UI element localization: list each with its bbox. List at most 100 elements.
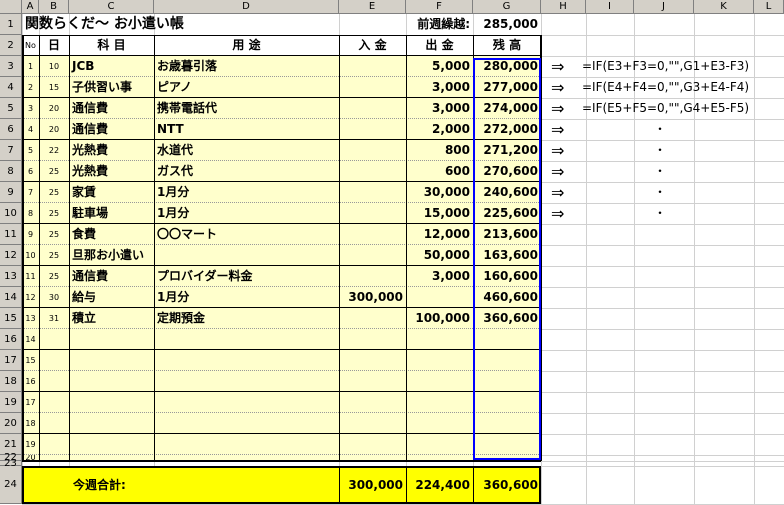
- cell-expense[interactable]: [406, 287, 473, 308]
- cell-income[interactable]: [339, 161, 406, 182]
- cell-item[interactable]: 家賃: [69, 182, 154, 203]
- cell-day[interactable]: 30: [39, 287, 69, 308]
- cell-expense[interactable]: [406, 434, 473, 455]
- cell-day[interactable]: 31: [39, 308, 69, 329]
- cell-item[interactable]: [69, 413, 154, 434]
- column-header-D[interactable]: D: [154, 0, 339, 14]
- cell-expense[interactable]: 3,000: [406, 266, 473, 287]
- cell-no[interactable]: 10: [22, 245, 39, 266]
- cell-expense[interactable]: [406, 455, 473, 461]
- cell-purpose[interactable]: [154, 329, 339, 350]
- cell-item[interactable]: [69, 371, 154, 392]
- header-income[interactable]: 入 金: [339, 35, 406, 56]
- header-expense[interactable]: 出 金: [406, 35, 473, 56]
- cell-purpose[interactable]: NTT: [154, 119, 339, 140]
- cell-purpose[interactable]: 水道代: [154, 140, 339, 161]
- cell-item[interactable]: 通信費: [69, 98, 154, 119]
- total-label[interactable]: 今週合計:: [70, 466, 220, 504]
- cell-expense[interactable]: 3,000: [406, 98, 473, 119]
- cell-item[interactable]: [69, 350, 154, 371]
- cell-day[interactable]: 15: [39, 77, 69, 98]
- cell-income[interactable]: [339, 266, 406, 287]
- cell-day[interactable]: 20: [39, 98, 69, 119]
- cell-expense[interactable]: [406, 371, 473, 392]
- row-header-20[interactable]: 20: [0, 413, 22, 434]
- cell-expense[interactable]: 100,000: [406, 308, 473, 329]
- cell-purpose[interactable]: [154, 434, 339, 455]
- cell-purpose[interactable]: ガス代: [154, 161, 339, 182]
- cell-income[interactable]: [339, 182, 406, 203]
- column-header-B[interactable]: B: [39, 0, 69, 14]
- cell-no[interactable]: 15: [22, 350, 39, 371]
- row-header-10[interactable]: 10: [0, 203, 22, 224]
- cell-no[interactable]: 18: [22, 413, 39, 434]
- column-header-C[interactable]: C: [69, 0, 154, 14]
- row-header-18[interactable]: 18: [0, 371, 22, 392]
- cell-item[interactable]: 旦那お小遣い: [69, 245, 154, 266]
- header-purpose[interactable]: 用 途: [154, 35, 339, 56]
- cell-day[interactable]: 10: [39, 56, 69, 77]
- header-no[interactable]: No: [22, 35, 39, 56]
- cell-no[interactable]: 4: [22, 119, 39, 140]
- column-header-J[interactable]: J: [634, 0, 694, 14]
- cell-no[interactable]: 20: [22, 455, 39, 461]
- cell-income[interactable]: [339, 329, 406, 350]
- cell-purpose[interactable]: 〇〇マート: [154, 224, 339, 245]
- cell-purpose[interactable]: 1月分: [154, 182, 339, 203]
- cell-no[interactable]: 8: [22, 203, 39, 224]
- cell-item[interactable]: 光熱費: [69, 161, 154, 182]
- cell-purpose[interactable]: 定期預金: [154, 308, 339, 329]
- select-all-corner[interactable]: [0, 0, 22, 14]
- cell-income[interactable]: [339, 140, 406, 161]
- row-header-9[interactable]: 9: [0, 182, 22, 203]
- cell-expense[interactable]: 2,000: [406, 119, 473, 140]
- cell-income[interactable]: [339, 371, 406, 392]
- total-balance[interactable]: 360,600: [473, 466, 541, 504]
- cell-day[interactable]: 25: [39, 245, 69, 266]
- cell-item[interactable]: 積立: [69, 308, 154, 329]
- cell-income[interactable]: [339, 98, 406, 119]
- cell-expense[interactable]: 800: [406, 140, 473, 161]
- row-header-13[interactable]: 13: [0, 266, 22, 287]
- cell-expense[interactable]: 5,000: [406, 56, 473, 77]
- cell-income[interactable]: [339, 413, 406, 434]
- cell-purpose[interactable]: プロバイダー料金: [154, 266, 339, 287]
- cell-no[interactable]: 13: [22, 308, 39, 329]
- row-header-7[interactable]: 7: [0, 140, 22, 161]
- row-header-12[interactable]: 12: [0, 245, 22, 266]
- cell-income[interactable]: [339, 455, 406, 461]
- carry-value[interactable]: 285,000: [473, 14, 541, 35]
- cell-no[interactable]: 12: [22, 287, 39, 308]
- cell-expense[interactable]: [406, 392, 473, 413]
- cell-income[interactable]: [339, 350, 406, 371]
- cell-expense[interactable]: [406, 329, 473, 350]
- cell-no[interactable]: 11: [22, 266, 39, 287]
- cell-item[interactable]: [69, 434, 154, 455]
- cell-income[interactable]: 300,000: [339, 287, 406, 308]
- row-header-3[interactable]: 3: [0, 56, 22, 77]
- row-header-6[interactable]: 6: [0, 119, 22, 140]
- row-header-24[interactable]: 24: [0, 466, 22, 504]
- cell-no[interactable]: 7: [22, 182, 39, 203]
- cell-item[interactable]: JCB: [69, 56, 154, 77]
- cell-no[interactable]: 16: [22, 371, 39, 392]
- cell-day[interactable]: [39, 434, 69, 455]
- cell-purpose[interactable]: 携帯電話代: [154, 98, 339, 119]
- cell-day[interactable]: [39, 371, 69, 392]
- cell-purpose[interactable]: [154, 371, 339, 392]
- cell-no[interactable]: 19: [22, 434, 39, 455]
- cell-day[interactable]: 25: [39, 182, 69, 203]
- cell-no[interactable]: 5: [22, 140, 39, 161]
- row-header-16[interactable]: 16: [0, 329, 22, 350]
- cell-income[interactable]: [339, 77, 406, 98]
- cell-day[interactable]: 25: [39, 161, 69, 182]
- cell-expense[interactable]: [406, 350, 473, 371]
- row-header-17[interactable]: 17: [0, 350, 22, 371]
- cell-purpose[interactable]: 1月分: [154, 203, 339, 224]
- cell-item[interactable]: 通信費: [69, 119, 154, 140]
- cell-expense[interactable]: 3,000: [406, 77, 473, 98]
- cell-day[interactable]: [39, 392, 69, 413]
- cell-day[interactable]: 25: [39, 203, 69, 224]
- total-expense[interactable]: 224,400: [406, 466, 473, 504]
- row-header-2[interactable]: 2: [0, 35, 22, 56]
